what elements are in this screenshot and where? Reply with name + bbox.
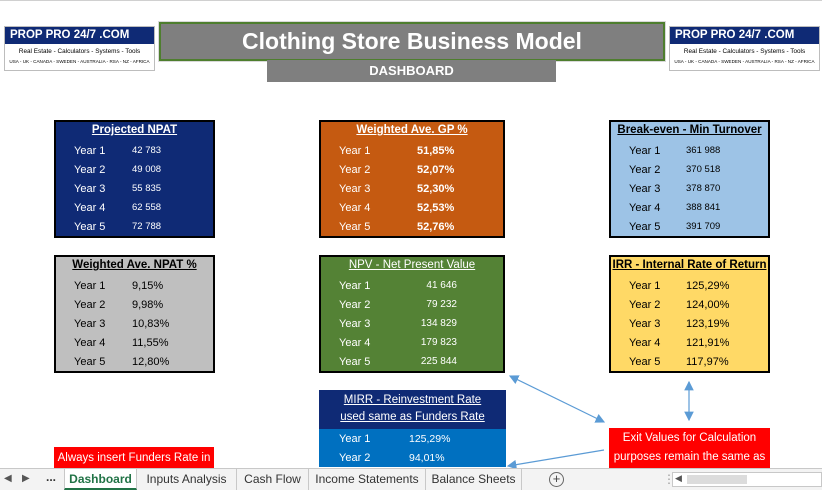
card-row: Year 4 11,55%	[74, 336, 169, 349]
card-break-even: Break-even - Min Turnover Year 1 361 988 …	[609, 120, 770, 238]
arrow-mirr-to-note	[506, 449, 605, 468]
scroll-tabs-right-icon[interactable]: ▶	[22, 473, 30, 484]
card-title: Projected NPAT	[91, 124, 178, 136]
top-divider	[0, 0, 822, 1]
card-mirr: MIRR - Reinvestment Rate used same as Fu…	[319, 390, 506, 467]
card-row: Year 3 134 829	[339, 317, 457, 330]
page-title: Clothing Store Business Model	[158, 21, 666, 62]
card-row: Year 3 52,30%	[339, 182, 455, 195]
card-row: Year 3 378 870	[629, 182, 721, 195]
logo-name: PROP PRO 24/7 .COM	[5, 27, 154, 44]
card-row: Year 3 123,19%	[629, 317, 730, 330]
more-tabs-button[interactable]: ...	[46, 470, 56, 484]
card-row: Year 1 9,15%	[74, 279, 164, 292]
card-title: Weighted Ave. NPAT %	[72, 259, 197, 271]
card-projected-npat: Projected NPAT Year 1 42 783 Year 2 49 008…	[54, 120, 215, 238]
card-irr: IRR - Internal Rate of Return Year 1 125,…	[609, 255, 770, 373]
card-row: Year 4 62 558	[74, 201, 162, 214]
card-title: Weighted Ave. GP %	[356, 124, 468, 136]
card-row: Year 2 370 518	[629, 163, 721, 176]
card-row: Year 5 72 788	[74, 220, 162, 233]
card-title: IRR - Internal Rate of Return	[612, 259, 767, 271]
exit-values-line1: Exit Values for Calculation	[622, 432, 757, 444]
logo-right: PROP PRO 24/7 .COM Real Estate - Calcula…	[669, 26, 820, 71]
card-title: MIRR - Reinvestment Rate used same as Fu…	[319, 390, 506, 429]
card-row: Year 4 179 823	[339, 336, 457, 349]
scroll-left-icon[interactable]: ◀	[675, 473, 682, 484]
card-row: Year 4 388 841	[629, 201, 721, 214]
card-title: NPV - Net Present Value	[348, 259, 476, 271]
tab-balance-sheets[interactable]: Balance Sheets	[426, 469, 522, 490]
mirr-title-line2: used same as Funders Rate	[340, 411, 485, 423]
card-row: Year 5 391 709	[629, 220, 721, 233]
exit-values-line2: purposes remain the same as	[613, 451, 766, 463]
dashboard-sheet: PROP PRO 24/7 .COM Real Estate - Calcula…	[0, 0, 822, 468]
logo-tagline: Real Estate - Calculators - Systems - To…	[18, 48, 141, 55]
card-row: Year 2 94,01%	[339, 451, 445, 464]
card-row: Year 1 42 783	[74, 144, 162, 157]
card-row: Year 1 361 988	[629, 144, 721, 157]
card-row: Year 2 52,07%	[339, 163, 455, 176]
tab-dashboard[interactable]: Dashboard	[64, 469, 137, 490]
card-npv: NPV - Net Present Value Year 1 41 646 Yea…	[319, 255, 505, 373]
card-row: Year 1 41 646	[339, 279, 457, 292]
card-row: Year 5 52,76%	[339, 220, 455, 233]
card-row: Year 2 49 008	[74, 163, 162, 176]
tab-income-statements[interactable]: Income Statements	[309, 469, 426, 490]
sheet-tab-bar: ◀ ▶ ... Dashboard Inputs Analysis Cash F…	[0, 468, 822, 490]
funders-rate-note: Always insert Funders Rate in	[54, 447, 214, 468]
card-row: Year 1 125,29%	[339, 432, 451, 445]
mirr-title-line1: MIRR - Reinvestment Rate	[343, 394, 482, 406]
card-row: Year 3 10,83%	[74, 317, 170, 330]
logo-name: PROP PRO 24/7 .COM	[670, 27, 819, 44]
card-row: Year 3 55 835	[74, 182, 162, 195]
scrollbar-thumb[interactable]	[687, 475, 747, 484]
add-sheet-button[interactable]: +	[549, 472, 564, 487]
tab-cash-flow[interactable]: Cash Flow	[237, 469, 309, 490]
exit-values-note: Exit Values for Calculation purposes rem…	[609, 428, 770, 468]
card-weighted-npat: Weighted Ave. NPAT % Year 1 9,15% Year 29…	[54, 255, 215, 373]
card-row: Year 1 125,29%	[629, 279, 730, 292]
card-row: Year 4 52,53%	[339, 201, 455, 214]
mirr-body: Year 1 125,29% Year 2 94,01%	[319, 429, 506, 467]
logo-tagline: Real Estate - Calculators - Systems - To…	[683, 48, 806, 55]
card-row: Year 5 225 844	[339, 355, 457, 368]
tab-inputs-analysis[interactable]: Inputs Analysis	[137, 469, 237, 490]
card-row: Year 5 12,80%	[74, 355, 170, 368]
logo-left: PROP PRO 24/7 .COM Real Estate - Calcula…	[4, 26, 155, 71]
card-row: Year 2 124,00%	[629, 298, 730, 311]
scroll-tabs-left-icon[interactable]: ◀	[4, 473, 12, 484]
logo-countries: USA - UK - CANADA - SWEDEN - AUSTRALIA -…	[674, 59, 815, 64]
card-row: Year 2 9,98%	[74, 298, 164, 311]
horizontal-scrollbar[interactable]: ◀	[672, 472, 822, 487]
card-title: Break-even - Min Turnover	[617, 124, 762, 136]
card-row: Year 2 79 232	[339, 298, 457, 311]
card-row: Year 5 117,97%	[629, 355, 729, 368]
card-row: Year 4 121,91%	[629, 336, 730, 349]
arrow-npv-to-note	[508, 375, 606, 423]
logo-countries: USA - UK - CANADA - SWEDEN - AUSTRALIA -…	[9, 59, 150, 64]
card-weighted-gp: Weighted Ave. GP % Year 1 51,85% Year 2 52…	[319, 120, 505, 238]
dashboard-label: DASHBOARD	[267, 60, 556, 82]
card-row: Year 1 51,85%	[339, 144, 455, 157]
